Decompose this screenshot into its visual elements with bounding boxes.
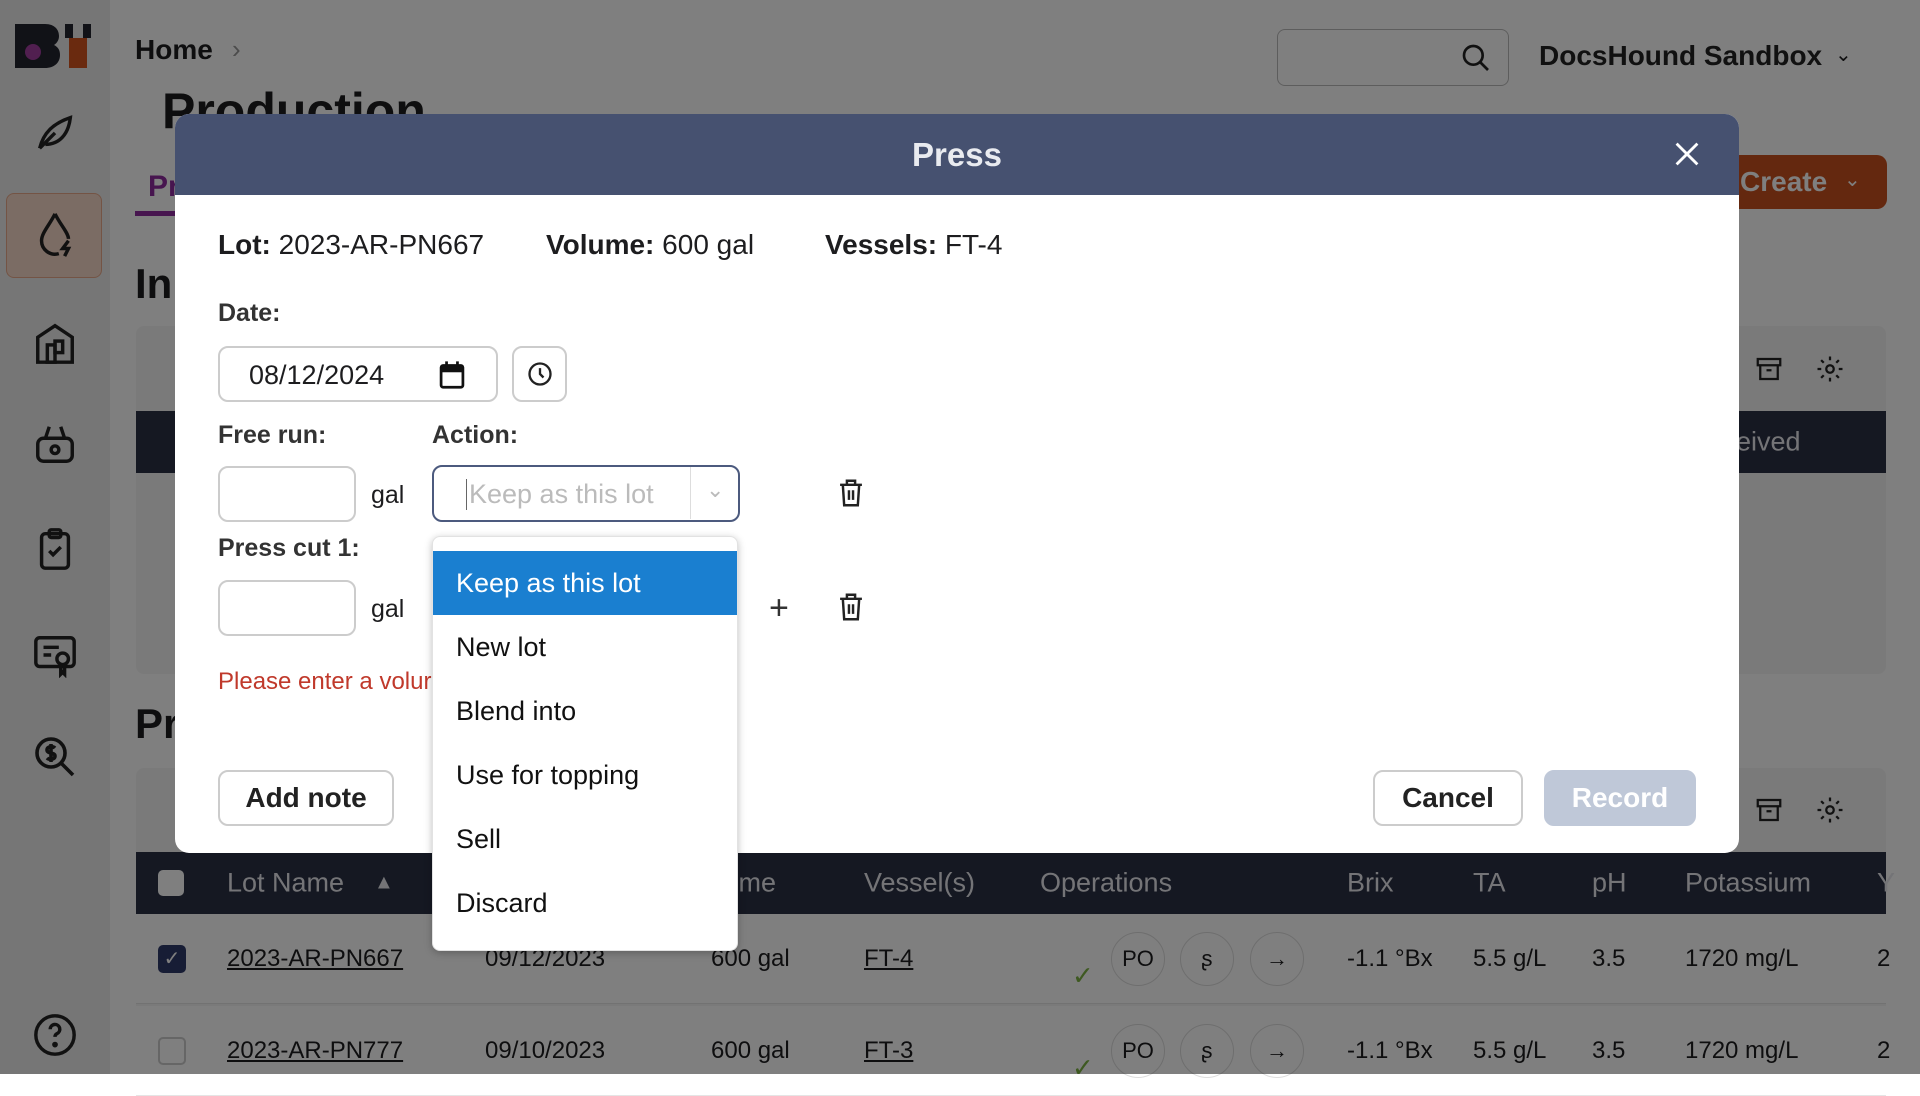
date-label: Date:: [218, 299, 281, 327]
record-button[interactable]: Record: [1544, 770, 1696, 826]
error-message: Please enter a volur: [218, 668, 432, 695]
close-icon: [1675, 142, 1699, 166]
time-button[interactable]: [512, 346, 567, 402]
close-button[interactable]: [1669, 136, 1705, 172]
dropdown-option[interactable]: Keep as this lot: [433, 551, 737, 615]
trash-icon: [840, 479, 862, 507]
cancel-button[interactable]: Cancel: [1373, 770, 1523, 826]
action-select[interactable]: Keep as this lot ⌄: [432, 465, 740, 522]
free-run-input[interactable]: [218, 466, 356, 522]
free-run-label: Free run:: [218, 421, 327, 449]
dropdown-option[interactable]: Discard: [433, 871, 737, 935]
unit-label: gal: [371, 481, 405, 509]
unit-label: gal: [371, 595, 405, 623]
press-cut-input[interactable]: [218, 580, 356, 636]
dropdown-option[interactable]: New lot: [433, 615, 737, 679]
press-modal: Press Lot: 2023-AR-PN667 Volume: 600 gal…: [175, 114, 1739, 951]
dropdown-option[interactable]: Use for topping: [433, 743, 737, 807]
chevron-down-icon: ⌄: [706, 477, 725, 502]
dropdown-option[interactable]: Blend into: [433, 679, 737, 743]
dropdown-option[interactable]: Sell: [433, 807, 737, 871]
lot-info: Lot: 2023-AR-PN667: [218, 229, 485, 260]
trash-icon: [840, 593, 862, 621]
clock-icon: [527, 362, 552, 386]
volume-info: Volume: 600 gal: [546, 229, 755, 260]
delete-free-run-button[interactable]: [837, 478, 865, 513]
add-press-cut-button[interactable]: +: [769, 589, 789, 628]
date-input[interactable]: 08/12/2024: [218, 346, 498, 402]
calendar-icon[interactable]: [438, 360, 466, 390]
delete-press-cut-button[interactable]: [837, 592, 865, 627]
action-label: Action:: [432, 421, 519, 449]
add-note-button[interactable]: Add note: [218, 770, 394, 826]
modal-header: Press: [175, 114, 1739, 195]
press-cut-label: Press cut 1:: [218, 534, 360, 562]
action-dropdown-menu: Keep as this lot New lot Blend into Use for…: [432, 536, 738, 951]
vessels-info: Vessels: FT-4: [825, 229, 1003, 260]
modal-title: Press: [912, 135, 1002, 173]
